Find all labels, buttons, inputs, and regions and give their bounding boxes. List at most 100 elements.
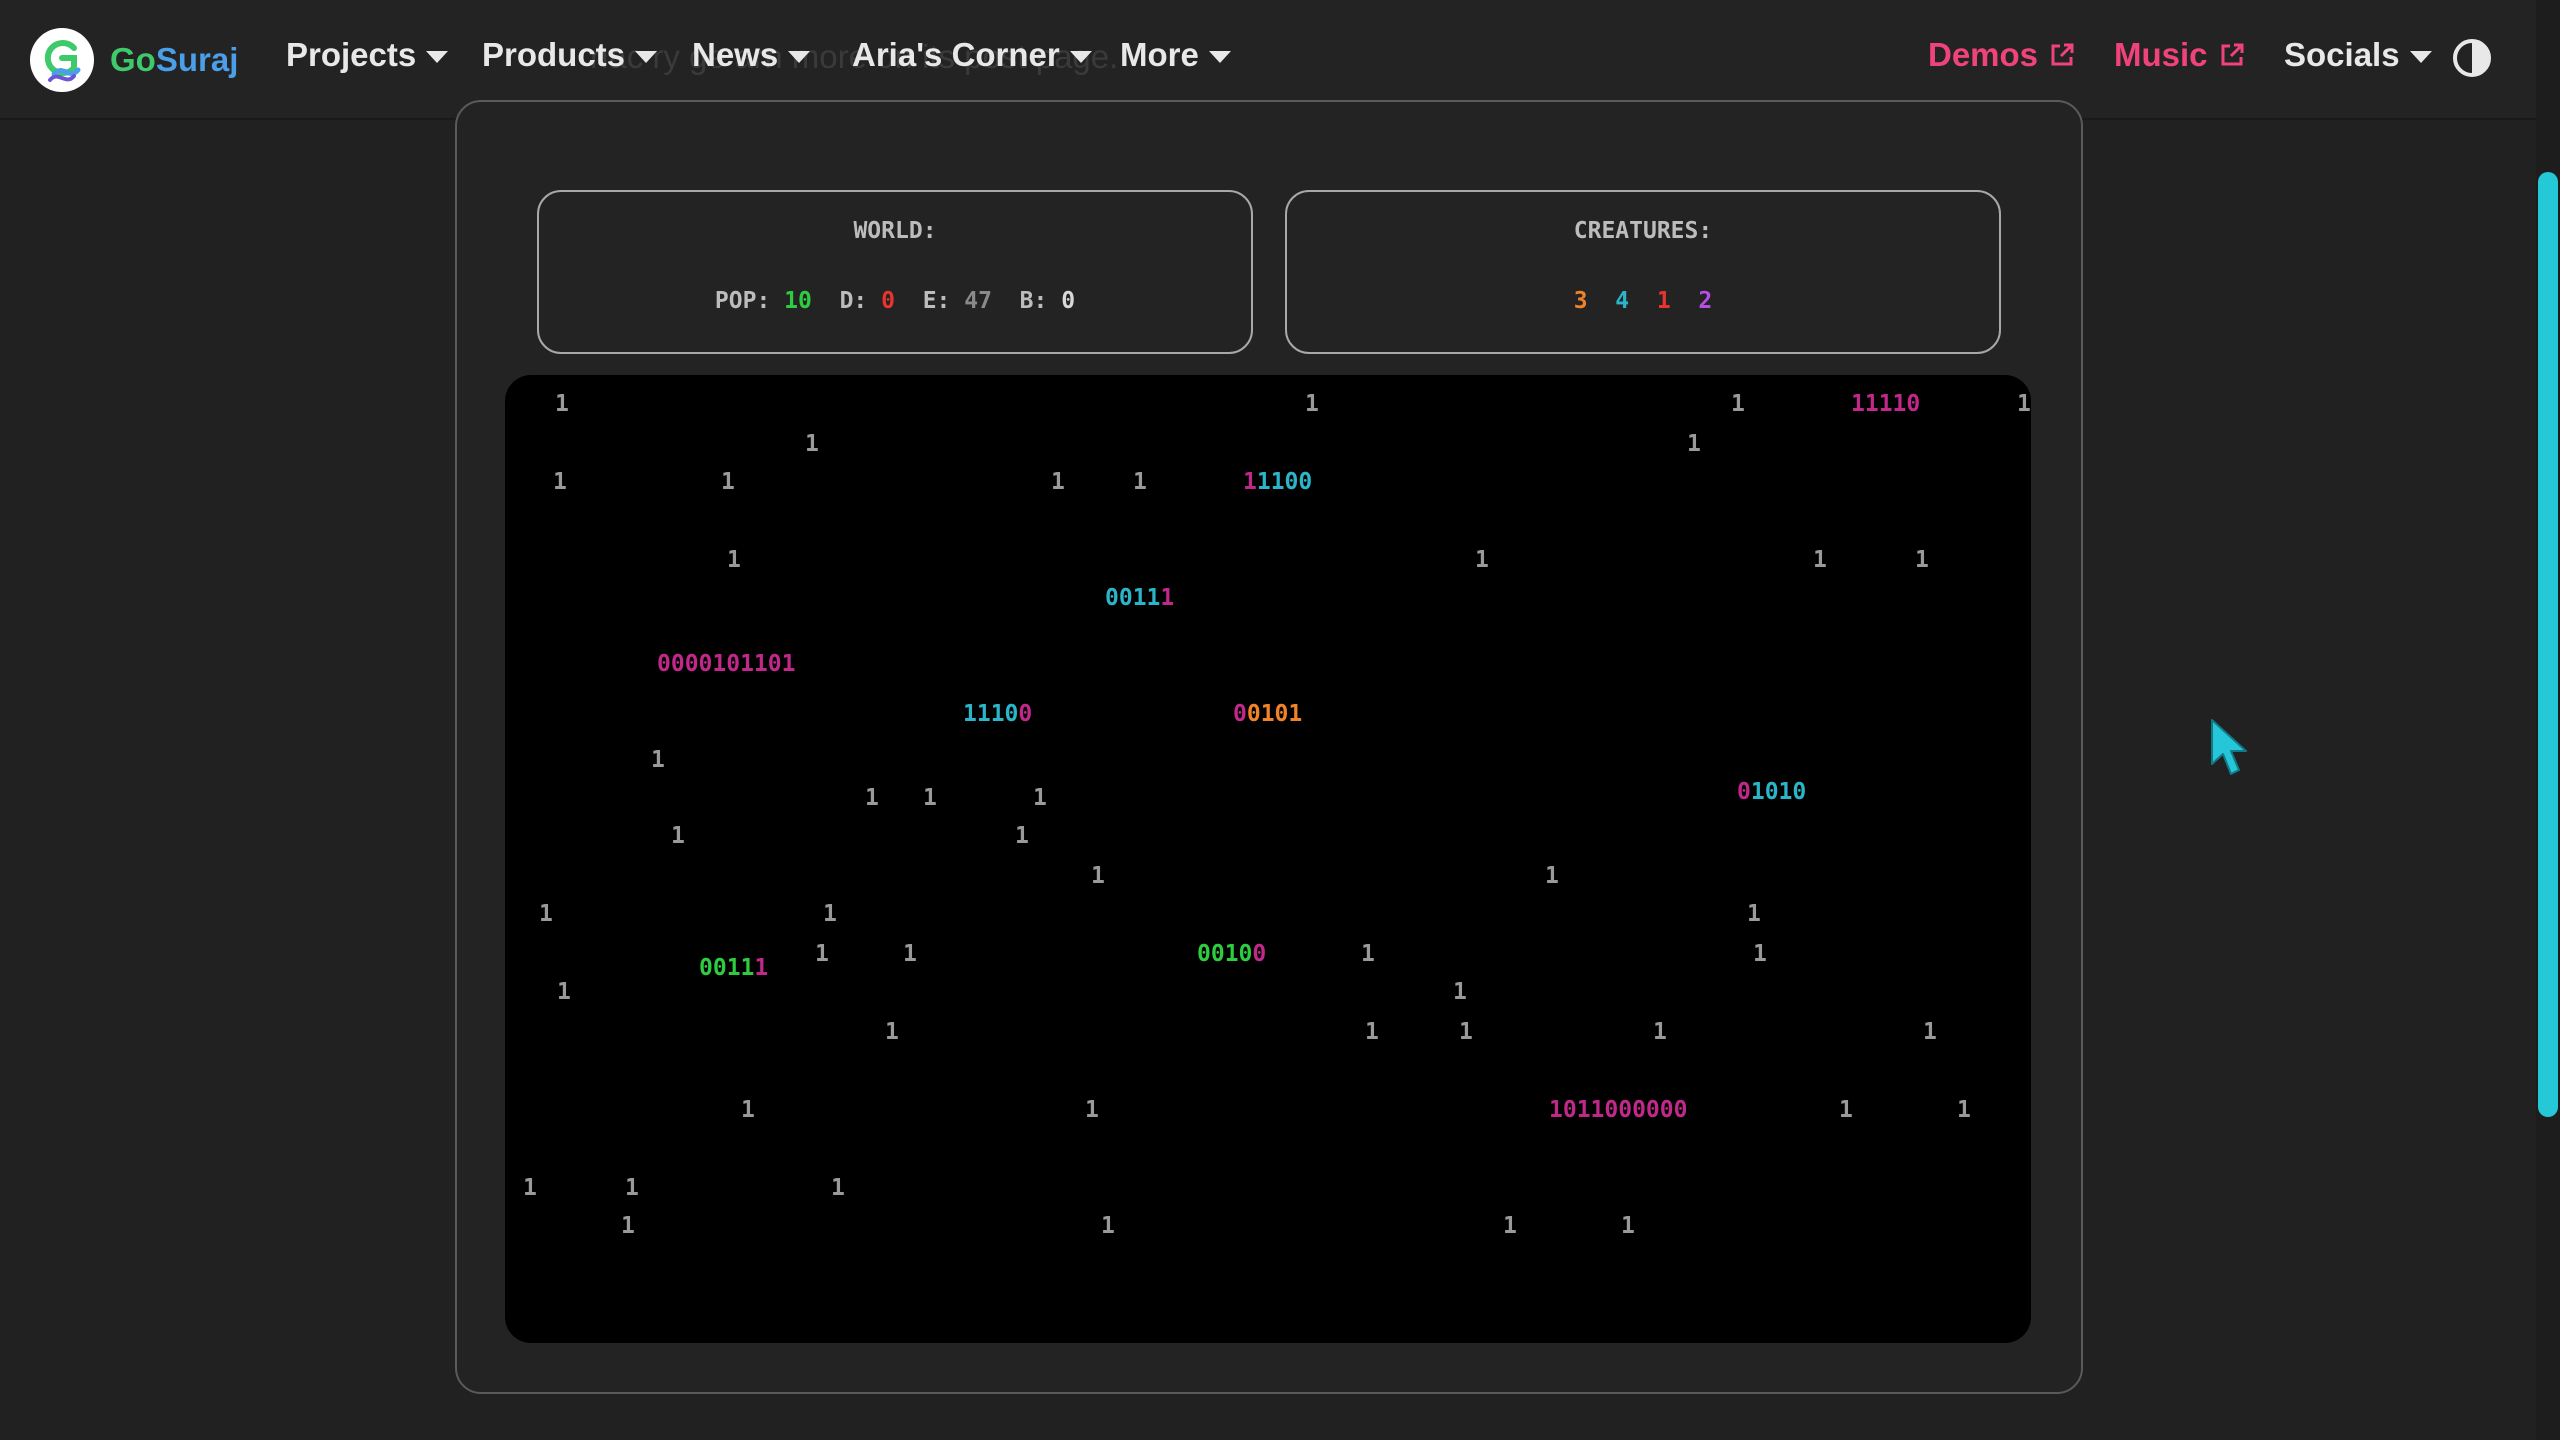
creatures-counts-row: 3 4 1 2 xyxy=(1287,288,1999,314)
food-particle: 1 xyxy=(1923,1019,1937,1045)
food-particle: 1 xyxy=(1365,1019,1379,1045)
scrollbar-thumb[interactable] xyxy=(2538,172,2558,1117)
food-particle: 1 xyxy=(831,1175,845,1201)
brand-suraj-text: Suraj xyxy=(155,41,239,78)
pop-label: POP: xyxy=(714,288,771,314)
nav-arias-corner[interactable]: Aria's Corner xyxy=(852,36,1092,74)
food-particle: 1 xyxy=(1621,1213,1635,1239)
genome-segment: 1011000000 xyxy=(1549,1097,1688,1123)
food-particle: 1 xyxy=(1361,941,1375,967)
energy-label: E: xyxy=(922,288,951,314)
genome-segment: 0 xyxy=(1737,779,1751,805)
chevron-down-icon xyxy=(1069,51,1092,63)
food-particle: 1 xyxy=(1051,469,1065,495)
genome-segment: 0 xyxy=(1252,941,1267,967)
nav-products-label: Products xyxy=(482,36,626,73)
creature-count-cyan: 4 xyxy=(1615,288,1630,314)
nav-products[interactable]: Products xyxy=(482,36,658,74)
nav-music-link[interactable]: Music xyxy=(2114,36,2246,74)
food-particle: 1 xyxy=(523,1175,537,1201)
food-particle: 1 xyxy=(1839,1097,1853,1123)
food-particle: 1 xyxy=(865,785,879,811)
food-particle: 1 xyxy=(1091,863,1105,889)
food-particle: 1 xyxy=(553,469,567,495)
chevron-down-icon xyxy=(426,51,449,63)
chevron-down-icon xyxy=(635,51,658,63)
food-particle: 1 xyxy=(923,785,937,811)
food-particle: 1 xyxy=(1305,391,1319,417)
creature-genome: 1011000000 xyxy=(1549,1097,1687,1123)
genome-segment: 1 xyxy=(1243,469,1257,495)
nav-arias-corner-label: Aria's Corner xyxy=(852,36,1060,73)
page-scrollbar[interactable] xyxy=(2536,0,2560,1440)
food-particle: 1 xyxy=(721,469,735,495)
food-particle: 1 xyxy=(1653,1019,1667,1045)
food-particle: 1 xyxy=(1915,547,1929,573)
chevron-down-icon xyxy=(788,51,811,63)
nav-news-label: News xyxy=(692,36,779,73)
world-stats-row: POP: 10 D: 0 E: 47 B: 0 xyxy=(539,288,1251,314)
simulation-panel: WORLD: POP: 10 D: 0 E: 47 B: 0 CREATURES… xyxy=(455,100,2083,1394)
food-particle: 1 xyxy=(1731,391,1745,417)
creature-genome: 00100 xyxy=(1197,941,1266,967)
food-particle: 1 xyxy=(1957,1097,1971,1123)
food-particle: 1 xyxy=(805,431,819,457)
genome-segment: 0000101101 xyxy=(657,651,796,677)
chevron-down-icon xyxy=(1208,51,1231,63)
food-particle: 1 xyxy=(671,823,685,849)
brand-go-text: Go xyxy=(110,41,156,78)
creature-genome: 0000101101 xyxy=(657,651,795,677)
nav-socials[interactable]: Socials xyxy=(2284,36,2432,74)
food-particle: 1 xyxy=(1085,1097,1099,1123)
food-particle: 1 xyxy=(1813,547,1827,573)
food-particle: 1 xyxy=(555,391,569,417)
nav-projects[interactable]: Projects xyxy=(286,36,449,74)
nav-socials-label: Socials xyxy=(2284,36,2400,73)
genome-segment: 0011 xyxy=(1105,585,1161,611)
food-particle: 1 xyxy=(651,747,665,773)
food-particle: 1 xyxy=(1015,823,1029,849)
contrast-icon xyxy=(2453,39,2491,77)
genome-segment: 1110 xyxy=(963,701,1019,727)
genome-segment: 0 xyxy=(1018,701,1033,727)
food-particle: 1 xyxy=(815,941,829,967)
nav-news[interactable]: News xyxy=(692,36,811,74)
creature-genome: 00101 xyxy=(1233,701,1302,727)
food-particle: 1 xyxy=(2017,391,2031,417)
nav-more-label: More xyxy=(1120,36,1199,73)
creatures-title: CREATURES: xyxy=(1573,218,1713,244)
deaths-value: 0 xyxy=(881,288,895,314)
nav-music-label: Music xyxy=(2114,36,2208,73)
food-particle: 1 xyxy=(1747,901,1761,927)
theme-toggle-button[interactable] xyxy=(2452,38,2492,83)
food-particle: 1 xyxy=(1753,941,1767,967)
simulation-world-canvas[interactable]: 1111111111111111111111111111111111111111… xyxy=(505,375,2031,1343)
deaths-label: D: xyxy=(839,288,868,314)
food-particle: 1 xyxy=(1459,1019,1473,1045)
food-particle: 1 xyxy=(1503,1213,1517,1239)
food-particle: 1 xyxy=(557,979,571,1005)
food-particle: 1 xyxy=(625,1175,639,1201)
nav-demos-label: Demos xyxy=(1928,36,2039,73)
pop-value: 10 xyxy=(784,288,812,314)
mouse-pointer-icon xyxy=(2211,719,2247,775)
food-particle: 1 xyxy=(903,941,917,967)
nav-projects-label: Projects xyxy=(286,36,417,73)
genome-segment: 0010 xyxy=(1197,941,1253,967)
brand-link[interactable]: GoSuraj xyxy=(30,25,238,95)
gosuraj-logo-icon xyxy=(30,28,94,92)
genome-segment: 11110 xyxy=(1851,391,1921,417)
food-particle: 1 xyxy=(1453,979,1467,1005)
external-link-icon xyxy=(2221,43,2244,66)
food-particle: 1 xyxy=(1545,863,1559,889)
creature-count-orange: 3 xyxy=(1573,288,1588,314)
births-label: B: xyxy=(1019,288,1048,314)
nav-more[interactable]: More xyxy=(1120,36,1231,74)
creature-genome: 00111 xyxy=(1105,585,1174,611)
nav-demos-link[interactable]: Demos xyxy=(1928,36,2076,74)
chevron-down-icon xyxy=(2409,51,2432,63)
creature-count-red: 1 xyxy=(1656,288,1671,314)
world-title: WORLD: xyxy=(853,218,937,244)
food-particle: 1 xyxy=(1101,1213,1115,1239)
food-particle: 1 xyxy=(539,901,553,927)
